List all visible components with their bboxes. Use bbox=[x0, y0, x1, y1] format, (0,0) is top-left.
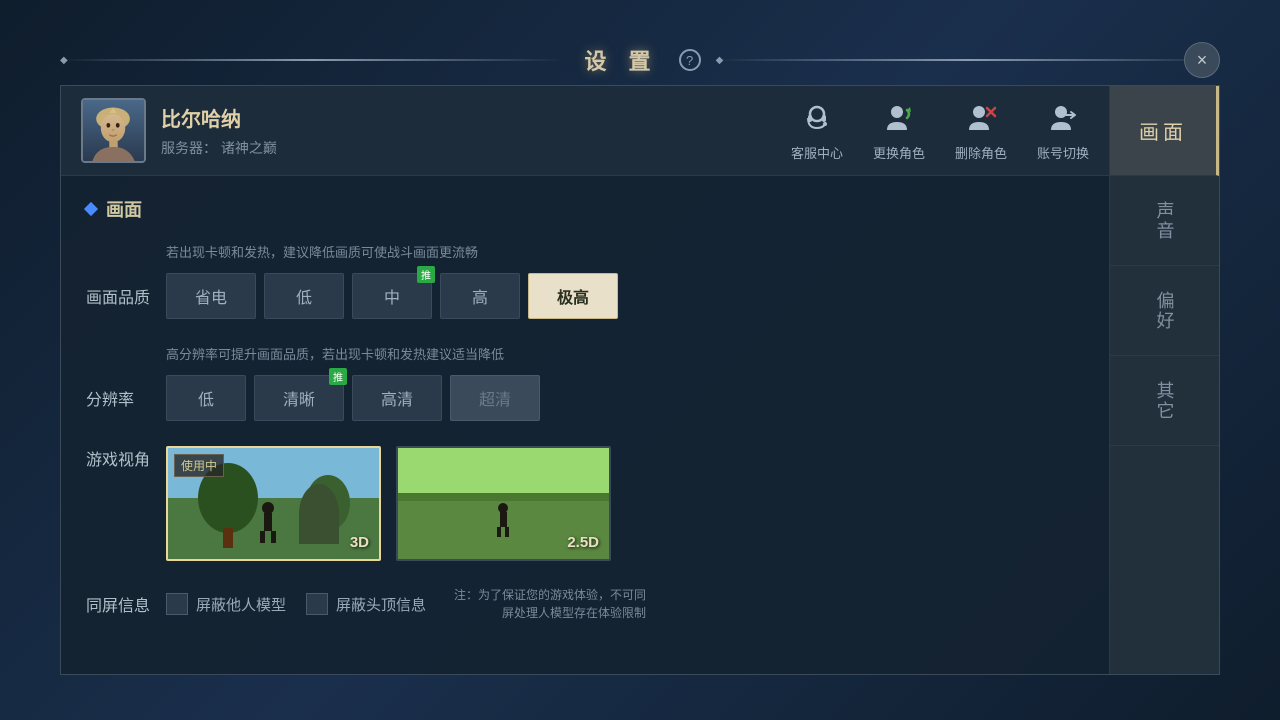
right-sidebar: 画面 声音 偏好 其它 bbox=[1109, 86, 1219, 674]
graphics-quality-label: 画面品质 bbox=[86, 284, 166, 308]
title-bar: 设 置 ? × bbox=[60, 35, 1220, 85]
tab-graphics[interactable]: 画面 bbox=[1110, 86, 1219, 176]
switch-account-icon bbox=[1044, 99, 1082, 137]
hide-models-box[interactable] bbox=[166, 593, 188, 615]
help-button[interactable]: ? bbox=[679, 49, 701, 71]
same-screen-content: 同屏信息 屏蔽他人模型 屏蔽头顶信息 注：为了保证您的游戏体验，不可同屏处理人模… bbox=[86, 586, 1084, 622]
resolution-row: 高分辨率可提升画面品质，若出现卡顿和发热建议适当降低 分辨率 低 清晰 推 高清… bbox=[86, 344, 1084, 421]
quality-power-save-button[interactable]: 省电 bbox=[166, 273, 256, 319]
checkbox-row: 屏蔽他人模型 屏蔽头顶信息 注：为了保证您的游戏体验，不可同屏处理人模型存在体验… bbox=[166, 586, 646, 622]
avatar bbox=[81, 98, 146, 163]
headset-icon bbox=[798, 99, 836, 137]
res-ultra-button[interactable]: 超清 bbox=[450, 375, 540, 421]
change-role-icon bbox=[880, 99, 918, 137]
section-label: 画面 bbox=[106, 196, 142, 222]
same-screen-row: 同屏信息 屏蔽他人模型 屏蔽头顶信息 注：为了保证您的游戏体验，不可同屏处理人模… bbox=[86, 586, 1084, 622]
res-clear-badge: 推 bbox=[329, 368, 347, 385]
server-name: 诸神之巅 bbox=[221, 140, 277, 156]
section-title: 画面 bbox=[86, 196, 1084, 222]
graphics-quality-hint: 若出现卡顿和发热，建议降低画质可使战斗画面更流畅 bbox=[166, 242, 1084, 261]
view-3d-card[interactable]: 使用中 3D bbox=[166, 446, 381, 561]
view-3d-label: 3D bbox=[350, 534, 369, 551]
game-view-label: 游戏视角 bbox=[86, 446, 166, 470]
same-screen-note: 注：为了保证您的游戏体验，不可同屏处理人模型存在体验限制 bbox=[446, 586, 646, 622]
customer-service-button[interactable]: 客服中心 bbox=[791, 99, 843, 162]
avatar-image bbox=[83, 100, 144, 161]
in-use-badge: 使用中 bbox=[174, 454, 224, 477]
quality-low-button[interactable]: 低 bbox=[264, 273, 344, 319]
delete-role-button[interactable]: 删除角色 bbox=[955, 99, 1007, 162]
quality-high-button[interactable]: 高 bbox=[440, 273, 520, 319]
delete-role-label: 删除角色 bbox=[955, 143, 1007, 162]
delete-role-icon bbox=[962, 99, 1000, 137]
graphics-quality-content: 画面品质 省电 低 中 推 高 极高 bbox=[86, 273, 1084, 319]
res-clear-button[interactable]: 清晰 推 bbox=[254, 375, 344, 421]
content-panel: 画面 若出现卡顿和发热，建议降低画质可使战斗画面更流畅 画面品质 省电 低 中 … bbox=[61, 176, 1109, 674]
view-2d5-card[interactable]: 2.5D bbox=[396, 446, 611, 561]
title-bar-left-line bbox=[60, 59, 564, 61]
main-body: 比尔哈纳 服务器： 诸神之巅 bbox=[60, 85, 1220, 675]
tab-preference[interactable]: 偏好 bbox=[1110, 266, 1219, 356]
switch-account-label: 账号切换 bbox=[1037, 143, 1089, 162]
graphics-quality-row: 若出现卡顿和发热，建议降低画质可使战斗画面更流畅 画面品质 省电 低 中 推 高… bbox=[86, 242, 1084, 319]
resolution-hint: 高分辨率可提升画面品质，若出现卡顿和发热建议适当降低 bbox=[166, 344, 1084, 363]
switch-account-button[interactable]: 账号切换 bbox=[1037, 99, 1089, 162]
profile-info: 比尔哈纳 服务器： 诸神之巅 bbox=[161, 103, 791, 158]
server-label: 服务器： bbox=[161, 140, 217, 156]
header-actions: 客服中心 更换角色 bbox=[791, 99, 1089, 162]
hide-info-box[interactable] bbox=[306, 593, 328, 615]
same-screen-label: 同屏信息 bbox=[86, 592, 166, 616]
hide-info-checkbox[interactable]: 屏蔽头顶信息 bbox=[306, 593, 426, 615]
diamond-icon bbox=[84, 202, 98, 216]
modal-title: 设 置 bbox=[564, 44, 678, 76]
view-2d5-label: 2.5D bbox=[567, 534, 599, 551]
character-name: 比尔哈纳 bbox=[161, 103, 791, 132]
view-options: 使用中 3D bbox=[166, 446, 611, 561]
hide-info-label: 屏蔽头顶信息 bbox=[336, 594, 426, 615]
close-button[interactable]: × bbox=[1184, 42, 1220, 78]
res-low-button[interactable]: 低 bbox=[166, 375, 246, 421]
customer-service-label: 客服中心 bbox=[791, 143, 843, 162]
change-role-button[interactable]: 更换角色 bbox=[873, 99, 925, 162]
quality-medium-button[interactable]: 中 推 bbox=[352, 273, 432, 319]
game-view-row: 游戏视角 bbox=[86, 446, 1084, 561]
quality-medium-badge: 推 bbox=[417, 266, 435, 283]
res-hd-button[interactable]: 高清 bbox=[352, 375, 442, 421]
change-role-label: 更换角色 bbox=[873, 143, 925, 162]
settings-modal: 设 置 ? × bbox=[60, 35, 1220, 685]
hide-models-label: 屏蔽他人模型 bbox=[196, 594, 286, 615]
resolution-options: 低 清晰 推 高清 超清 bbox=[166, 375, 540, 421]
game-view-content: 游戏视角 bbox=[86, 446, 1084, 561]
title-bar-right-line bbox=[716, 59, 1220, 61]
server-info: 服务器： 诸神之巅 bbox=[161, 138, 791, 158]
hide-models-checkbox[interactable]: 屏蔽他人模型 bbox=[166, 593, 286, 615]
content-area: 比尔哈纳 服务器： 诸神之巅 bbox=[61, 86, 1109, 674]
profile-header: 比尔哈纳 服务器： 诸神之巅 bbox=[61, 86, 1109, 176]
tab-other[interactable]: 其它 bbox=[1110, 356, 1219, 446]
tab-sound[interactable]: 声音 bbox=[1110, 176, 1219, 266]
resolution-content: 分辨率 低 清晰 推 高清 超清 bbox=[86, 375, 1084, 421]
quality-ultra-button[interactable]: 极高 bbox=[528, 273, 618, 319]
graphics-quality-options: 省电 低 中 推 高 极高 bbox=[166, 273, 618, 319]
resolution-label: 分辨率 bbox=[86, 386, 166, 410]
